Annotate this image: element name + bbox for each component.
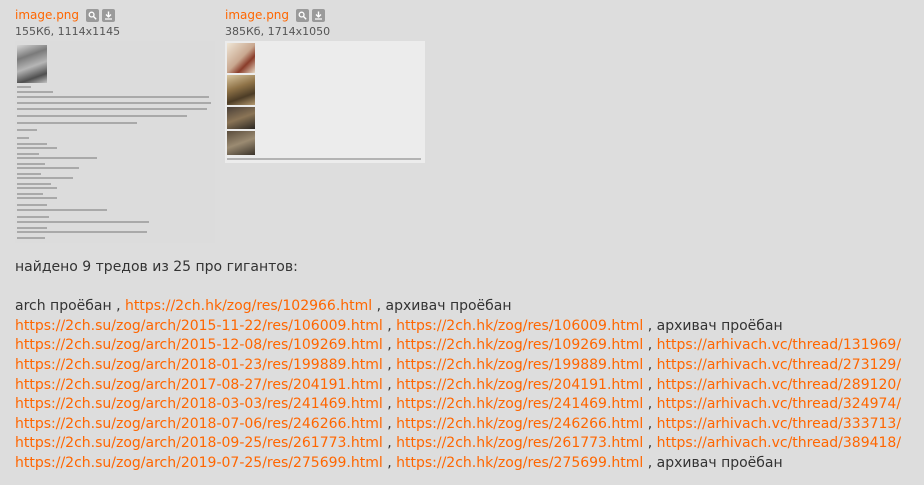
separator: , — [643, 376, 657, 393]
thread-row: arch проёбан , https://2ch.hk/zog/res/10… — [15, 297, 920, 317]
thread-link[interactable]: https://arhivach.vc/thread/131969/ — [657, 337, 901, 353]
lost-archive-note: архивач проёбан — [656, 454, 783, 471]
attachment-1: image.png 155Кб, 1114x1145 — [15, 5, 215, 243]
separator: , — [643, 396, 657, 413]
post-message: найдено 9 тредов из 25 про гигантов: arc… — [15, 258, 920, 474]
thread-link[interactable]: https://2ch.hk/zog/res/102966.html — [125, 298, 372, 314]
thread-row: https://2ch.su/zog/arch/2018-03-03/res/2… — [15, 395, 920, 415]
thumbnail-photo — [17, 45, 47, 83]
separator: , — [643, 337, 657, 354]
thread-row: https://2ch.su/zog/arch/2019-07-25/res/2… — [15, 454, 920, 474]
thread-link[interactable]: https://arhivach.vc/thread/324974/ — [657, 396, 901, 412]
thumbnail-image — [227, 75, 255, 105]
lost-archive-note: arch проёбан — [15, 298, 112, 315]
attachment-header: image.png — [225, 5, 330, 25]
separator: , — [643, 435, 657, 452]
separator: , — [643, 356, 657, 373]
thread-link[interactable]: https://2ch.su/zog/arch/2015-11-22/res/1… — [15, 318, 383, 334]
thread-link[interactable]: https://arhivach.vc/thread/389418/ — [657, 435, 901, 451]
thread-link[interactable]: https://arhivach.vc/thread/273129/ — [657, 357, 901, 373]
attachment-filename-link[interactable]: image.png — [15, 8, 79, 22]
thread-link[interactable]: https://arhivach.vc/thread/289120/ — [657, 377, 901, 393]
separator: , — [372, 298, 386, 315]
separator: , — [643, 454, 657, 471]
separator: , — [643, 415, 657, 432]
thread-row: https://2ch.su/zog/arch/2018-09-25/res/2… — [15, 434, 920, 454]
thread-link[interactable]: https://2ch.su/zog/arch/2017-08-27/res/2… — [15, 377, 383, 393]
thumbnail-image — [227, 43, 255, 73]
separator: , — [111, 298, 125, 315]
attachment-header: image.png — [15, 5, 120, 25]
separator: , — [382, 337, 397, 354]
download-icon[interactable] — [102, 8, 116, 22]
thread-row: https://2ch.su/zog/arch/2018-07-06/res/2… — [15, 415, 920, 435]
thread-list: arch проёбан , https://2ch.hk/zog/res/10… — [15, 297, 920, 473]
attachment-filename-link[interactable]: image.png — [225, 8, 289, 22]
separator: , — [382, 435, 397, 452]
post-intro: найдено 9 тредов из 25 про гигантов: — [15, 259, 298, 275]
thread-link[interactable]: https://2ch.hk/zog/res/199889.html — [396, 357, 643, 373]
thread-link[interactable]: https://2ch.hk/zog/res/275699.html — [396, 455, 643, 471]
separator: , — [382, 317, 397, 334]
search-icon[interactable] — [296, 8, 310, 22]
thread-link[interactable]: https://2ch.su/zog/arch/2015-12-08/res/1… — [15, 337, 383, 353]
attachment-meta: 155Кб, 1114x1145 — [15, 25, 121, 38]
thread-link[interactable]: https://2ch.su/zog/arch/2018-01-23/res/1… — [15, 357, 383, 373]
download-icon[interactable] — [312, 8, 326, 22]
thread-link[interactable]: https://2ch.su/zog/arch/2018-03-03/res/2… — [15, 396, 383, 412]
separator: , — [382, 396, 397, 413]
separator: , — [382, 376, 397, 393]
thread-row: https://2ch.su/zog/arch/2015-11-22/res/1… — [15, 317, 920, 337]
attachment-thumbnail[interactable] — [15, 41, 215, 243]
thread-link[interactable]: https://2ch.su/zog/arch/2018-09-25/res/2… — [15, 435, 383, 451]
separator: , — [643, 317, 657, 334]
thread-row: https://2ch.su/zog/arch/2015-12-08/res/1… — [15, 336, 920, 356]
thread-link[interactable]: https://2ch.hk/zog/res/204191.html — [396, 377, 643, 393]
thread-row: https://2ch.su/zog/arch/2018-01-23/res/1… — [15, 356, 920, 376]
thread-link[interactable]: https://2ch.hk/zog/res/246266.html — [396, 416, 643, 432]
thread-link[interactable]: https://arhivach.vc/thread/333713/ — [657, 416, 901, 432]
thread-link[interactable]: https://2ch.su/zog/arch/2018-07-06/res/2… — [15, 416, 383, 432]
search-icon[interactable] — [86, 8, 100, 22]
lost-archive-note: архивач проёбан — [385, 298, 512, 315]
attachment-2: image.png 385Кб, 1714x1050 — [225, 5, 425, 163]
attachment-thumbnail[interactable] — [225, 41, 425, 163]
post-attachments: image.png 155Кб, 1114x1145 image.png 385… — [15, 5, 915, 245]
lost-archive-note: архивач проёбан — [656, 317, 783, 334]
attachment-meta: 385Кб, 1714x1050 — [225, 25, 331, 38]
thread-link[interactable]: https://2ch.hk/zog/res/261773.html — [396, 435, 643, 451]
thumbnail-image — [227, 107, 255, 129]
thread-row: https://2ch.su/zog/arch/2017-08-27/res/2… — [15, 376, 920, 396]
thumbnail-image — [227, 131, 255, 155]
separator: , — [382, 454, 397, 471]
thread-link[interactable]: https://2ch.su/zog/arch/2019-07-25/res/2… — [15, 455, 383, 471]
separator: , — [382, 356, 397, 373]
thread-link[interactable]: https://2ch.hk/zog/res/241469.html — [396, 396, 643, 412]
separator: , — [382, 415, 397, 432]
thread-link[interactable]: https://2ch.hk/zog/res/109269.html — [396, 337, 643, 353]
thread-link[interactable]: https://2ch.hk/zog/res/106009.html — [396, 318, 643, 334]
